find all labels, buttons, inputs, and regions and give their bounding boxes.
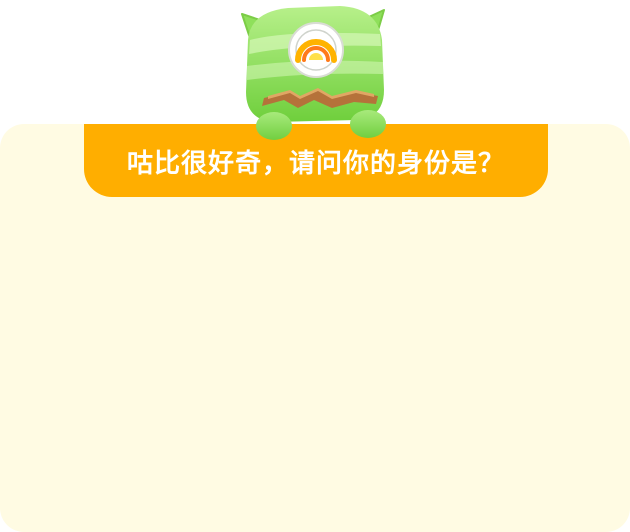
gubi-mascot-icon xyxy=(241,6,386,140)
dialog-stage: 咕比很好奇，请问你的身份是？ xyxy=(0,0,630,532)
question-text: 咕比很好奇，请问你的身份是？ xyxy=(126,149,505,179)
